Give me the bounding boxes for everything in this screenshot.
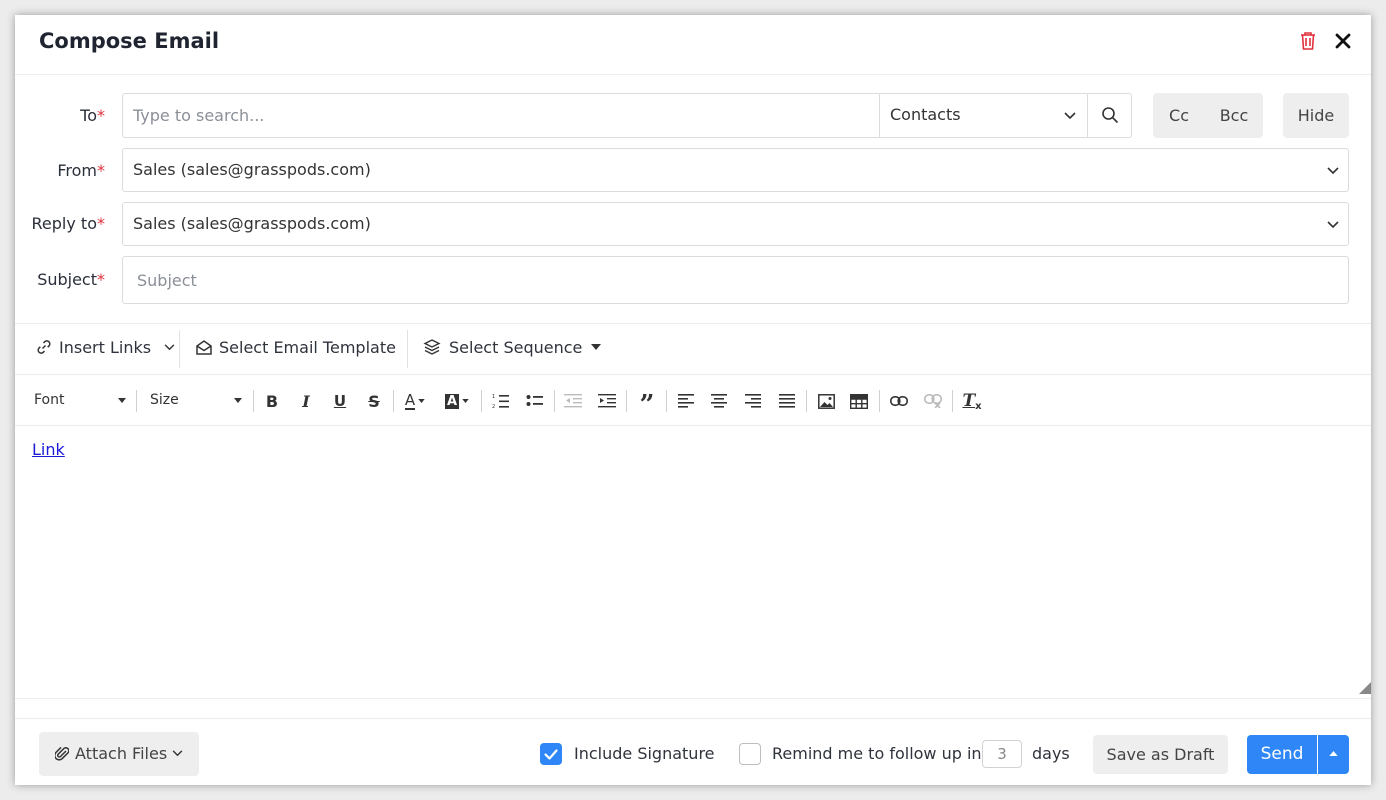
reply-to-row: Reply to* Sales (sales@grasspods.com) [15, 202, 1371, 246]
decrease-indent-icon[interactable] [561, 389, 585, 413]
italic-icon[interactable]: I [294, 389, 318, 413]
font-select[interactable]: Font [34, 392, 64, 408]
from-select[interactable]: Sales (sales@grasspods.com) [122, 148, 1349, 192]
align-left-icon[interactable] [674, 389, 698, 413]
envelope-open-icon [196, 340, 212, 355]
remove-format-icon[interactable]: Tx [960, 389, 984, 413]
size-select[interactable]: Size [150, 392, 179, 408]
resize-handle-icon[interactable] [1359, 682, 1371, 694]
to-field-group: Type to search... Contacts [122, 93, 1132, 138]
include-signature-checkbox[interactable] [540, 743, 562, 765]
to-search-input[interactable]: Type to search... [133, 106, 264, 125]
reply-to-label: Reply to* [31, 214, 105, 233]
justify-icon[interactable] [775, 389, 799, 413]
select-sequence-button[interactable]: Select Sequence [423, 338, 602, 357]
chevron-down-icon [172, 750, 183, 757]
send-options-button[interactable] [1318, 735, 1349, 774]
dialog-header: Compose Email [15, 15, 1371, 75]
from-label: From* [57, 161, 105, 180]
reply-to-select-value: Sales (sales@grasspods.com) [133, 214, 371, 233]
close-icon[interactable] [1332, 30, 1354, 52]
remind-days-input[interactable]: 3 [982, 740, 1022, 768]
attach-files-button[interactable]: Attach Files [39, 732, 199, 776]
numbered-list-icon[interactable]: 12 [489, 389, 513, 413]
bulleted-list-icon[interactable] [523, 389, 547, 413]
underline-icon[interactable]: U [328, 389, 352, 413]
compose-email-dialog: Compose Email To* Type to search... Cont… [15, 15, 1371, 785]
subject-row: Subject* Subject [15, 256, 1371, 304]
contacts-select-value: Contacts [890, 105, 961, 124]
caret-down-icon [234, 398, 242, 403]
subject-input[interactable]: Subject [122, 256, 1349, 304]
search-icon [1102, 107, 1119, 124]
subject-label: Subject* [37, 270, 105, 289]
remind-followup-label: Remind me to follow up in [772, 744, 982, 763]
dialog-title: Compose Email [39, 29, 220, 53]
include-signature-label: Include Signature [574, 744, 715, 763]
chevron-down-icon [1327, 221, 1339, 229]
search-button[interactable] [1088, 94, 1132, 137]
to-label: To* [80, 106, 105, 125]
cc-button[interactable]: Cc [1153, 93, 1205, 138]
layers-icon [423, 339, 441, 355]
remind-followup-checkbox[interactable] [739, 743, 761, 765]
increase-indent-icon[interactable] [595, 389, 619, 413]
chevron-down-icon [1327, 167, 1339, 175]
background-color-icon[interactable]: A [440, 389, 474, 413]
paperclip-icon [55, 746, 69, 761]
insert-toolbar: Insert Links Select Email Template Selec… [15, 323, 1371, 375]
caret-up-icon [1329, 751, 1338, 756]
insert-links-button[interactable]: Insert Links [35, 338, 175, 357]
link-icon [37, 340, 51, 354]
contacts-select[interactable]: Contacts [880, 94, 1087, 137]
blockquote-icon[interactable]: ” [635, 389, 659, 418]
days-label: days [1032, 744, 1070, 763]
email-body-editor[interactable]: Link [15, 427, 1371, 699]
link-icon[interactable] [887, 389, 911, 413]
svg-text:1: 1 [492, 394, 495, 400]
attach-files-label: Attach Files [75, 744, 168, 763]
to-row: To* Type to search... Contacts Cc Bcc Hi… [15, 93, 1371, 139]
format-toolbar: Font Size B I U S A A 12 ” Tx [15, 376, 1371, 426]
caret-down-icon [591, 344, 602, 350]
unlink-icon[interactable] [921, 389, 945, 413]
from-select-value: Sales (sales@grasspods.com) [133, 160, 371, 179]
chevron-down-icon [164, 344, 175, 351]
align-right-icon[interactable] [741, 389, 765, 413]
table-icon[interactable] [847, 389, 871, 413]
dialog-footer: Attach Files Include Signature Remind me… [15, 718, 1371, 785]
trash-icon[interactable] [1299, 31, 1317, 51]
bold-icon[interactable]: B [260, 389, 284, 413]
save-as-draft-button[interactable]: Save as Draft [1093, 735, 1228, 774]
body-link[interactable]: Link [32, 440, 65, 459]
checkmark-icon [544, 749, 558, 760]
strikethrough-icon[interactable]: S [362, 389, 386, 413]
image-icon[interactable] [814, 389, 838, 413]
align-center-icon[interactable] [707, 389, 731, 413]
text-color-icon[interactable]: A [399, 389, 431, 413]
reply-to-select[interactable]: Sales (sales@grasspods.com) [122, 202, 1349, 246]
bcc-button[interactable]: Bcc [1205, 93, 1263, 138]
send-button[interactable]: Send [1247, 735, 1317, 774]
cc-bcc-group: Cc Bcc [1153, 93, 1263, 138]
chevron-down-icon [1064, 112, 1076, 120]
from-row: From* Sales (sales@grasspods.com) [15, 148, 1371, 192]
select-email-template-button[interactable]: Select Email Template [195, 338, 396, 357]
hide-button[interactable]: Hide [1283, 93, 1349, 138]
caret-down-icon [118, 398, 126, 403]
svg-text:2: 2 [492, 404, 495, 409]
subject-placeholder: Subject [137, 271, 197, 290]
